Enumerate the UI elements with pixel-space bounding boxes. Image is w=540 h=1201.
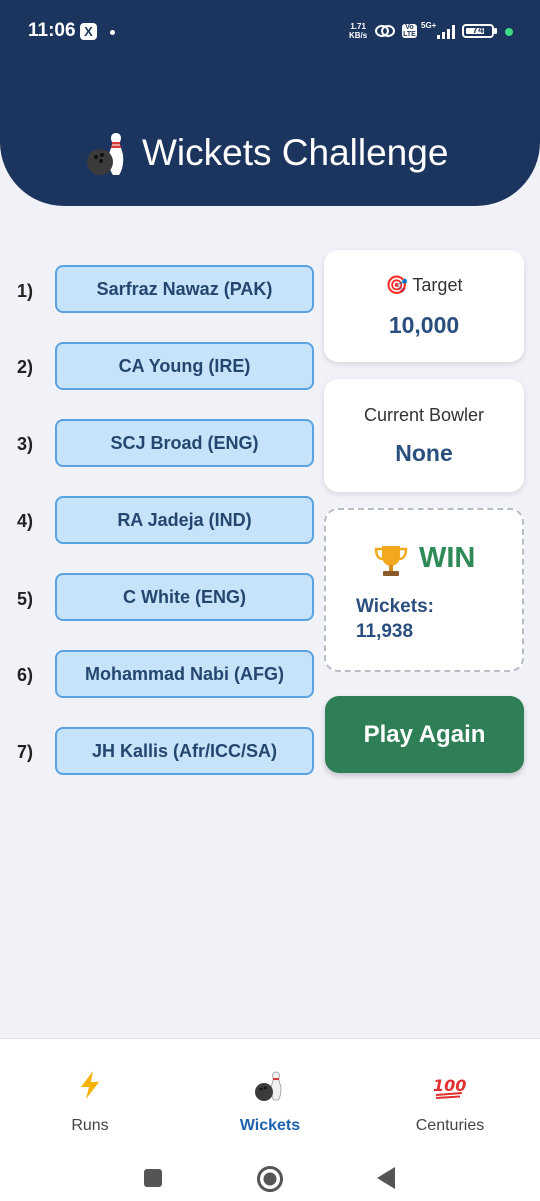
signal-icon [437,25,455,39]
player-button[interactable]: RA Jadeja (IND) [55,496,314,544]
current-bowler-card: Current Bowler None [324,379,524,492]
status-time: 11:06 [28,20,76,41]
target-value: 10,000 [388,312,460,338]
battery-tip [494,28,497,34]
row-number: 6) [17,665,34,685]
play-again-button[interactable]: Play Again [325,696,524,773]
row-number: 1) [17,281,34,301]
back-icon[interactable] [375,1166,397,1190]
home-icon[interactable] [256,1165,284,1193]
row-number: 3) [17,434,34,454]
row-number: 7) [17,742,34,762]
player-button[interactable]: JH Kallis (Afr/ICC/SA) [55,727,314,775]
recents-icon[interactable] [143,1168,163,1188]
volte-badge: Vo LTE [402,24,417,38]
battery-icon: 74 [462,24,494,38]
target-icon: 🎯 [385,275,408,295]
target-label: Target [412,275,463,295]
tab-runs[interactable]: Runs [0,1039,180,1149]
player-button[interactable]: C White (ENG) [55,573,314,621]
current-bowler-value: None [395,440,453,466]
bottom-nav: Runs Wickets 100 Centuries [0,1038,540,1201]
tab-centuries-label: Centuries [415,1117,485,1134]
bowling-icon [255,1071,282,1101]
network-speed-value: 1.71 [350,22,366,31]
tab-wickets-label: Wickets [239,1117,301,1134]
hotspot-link-icon [375,25,395,37]
trophy-icon [374,546,408,576]
player-button[interactable]: CA Young (IRE) [55,342,314,390]
player-button[interactable]: Mohammad Nabi (AFG) [55,650,314,698]
network-type: 5G+ [421,21,437,30]
hundred-icon: 100 [433,1076,466,1099]
tab-wickets[interactable]: Wickets [180,1039,360,1149]
row-number: 4) [17,511,34,531]
network-speed: 1.71 KB/s [349,22,367,40]
target-card: 🎯 Target 10,000 [324,250,524,362]
header: 11:06 X 1.71 KB/s Vo LTE 5G+ 74 Wickets … [0,0,540,206]
result-wickets: Wickets: 11,938 [356,594,506,644]
result-card: WIN Wickets: 11,938 [324,508,524,672]
system-nav-bar [0,1149,540,1201]
network-speed-unit: KB/s [349,31,368,40]
result-wickets-label: Wickets: [356,596,434,617]
bowling-icon [87,133,124,175]
tab-centuries[interactable]: 100 Centuries [360,1039,540,1149]
x-app-icon: X [80,23,97,40]
tab-runs-label: Runs [71,1117,109,1134]
result-wickets-value: 11,938 [356,621,414,642]
player-button[interactable]: Sarfraz Nawaz (PAK) [55,265,314,313]
row-number: 5) [17,589,34,609]
battery-level: 74 [472,25,484,36]
notification-dot [110,30,115,35]
row-number: 2) [17,357,34,377]
status-bar: 11:06 X 1.71 KB/s Vo LTE 5G+ 74 [0,0,540,64]
lightning-icon [81,1071,99,1099]
page-title: Wickets Challenge [142,132,449,173]
current-bowler-label: Current Bowler [363,405,485,425]
target-label-row: 🎯 Target [324,275,524,296]
privacy-indicator [505,28,513,36]
player-button[interactable]: SCJ Broad (ENG) [55,419,314,467]
result-status: WIN [419,542,476,574]
